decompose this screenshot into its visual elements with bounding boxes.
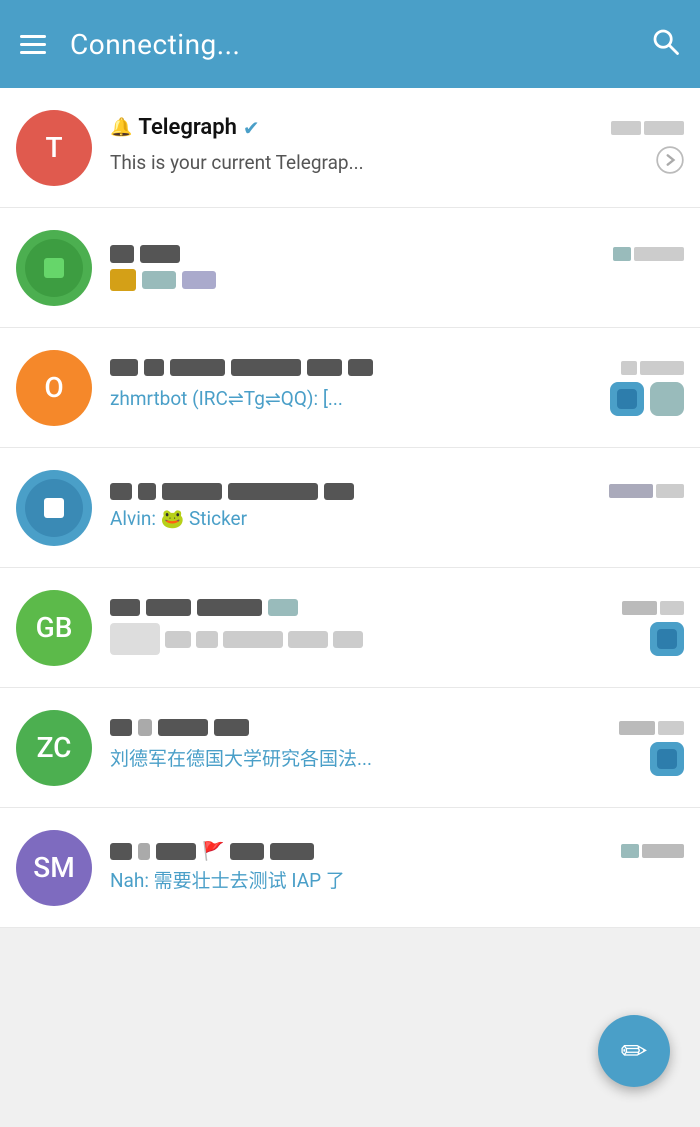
chat-header-6 [110, 719, 684, 736]
preview-row-telegraph: This is your current Telegrap... [110, 146, 684, 180]
hamburger-line-3 [20, 51, 46, 54]
chat-content-6: 刘德军在德国大学研究各国法... [110, 719, 684, 776]
chat-list: T 🔔 Telegraph ✔ This is your current Tel… [0, 88, 700, 928]
chat-content-telegraph: 🔔 Telegraph ✔ This is your current Teleg… [110, 115, 684, 180]
preview-row-5 [110, 622, 684, 656]
chat-item-4[interactable]: Alvin: 🐸 Sticker [0, 448, 700, 568]
verified-icon-telegraph: ✔ [243, 116, 260, 140]
avatar-chat7: SM [16, 830, 92, 906]
hamburger-line-1 [20, 35, 46, 38]
time-chat3 [621, 361, 684, 375]
avatar-square-chat2 [44, 258, 64, 278]
chat-content-5 [110, 599, 684, 656]
chat-item-2[interactable] [0, 208, 700, 328]
avatar-chat6: ZC [16, 710, 92, 786]
chat-preview-3: zhmrtbot (IRC⇌Tg⇌QQ): [... [110, 386, 343, 413]
chat-item-telegraph[interactable]: T 🔔 Telegraph ✔ This is your current Tel… [0, 88, 700, 208]
chat-preview-telegraph: This is your current Telegrap... [110, 150, 364, 177]
chat-name-row-4 [110, 483, 609, 500]
chat-name-row-2 [110, 245, 613, 263]
unread-icon-3b [650, 382, 684, 416]
compose-fab[interactable]: ✏ [598, 1015, 670, 1087]
chat-content-3: zhmrtbot (IRC⇌Tg⇌QQ): [... [110, 359, 684, 416]
chat-header-2 [110, 245, 684, 263]
chat-name-row-3 [110, 359, 621, 376]
avatar-chat3: O [16, 350, 92, 426]
time-chat6 [619, 721, 684, 735]
preview-row-7: Nah: 需要壮士去测试 IAP 了 [110, 868, 684, 895]
chat-content-2 [110, 245, 684, 291]
avatar-inner-chat4 [25, 479, 83, 537]
time-chat2 [613, 247, 684, 261]
unread-icon-3 [610, 382, 644, 416]
preview-row-2 [110, 269, 684, 291]
chat-preview-4: Alvin: 🐸 Sticker [110, 506, 247, 533]
chat-item-6[interactable]: ZC 刘德军在德国大学研究各国法... [0, 688, 700, 808]
chat-header-telegraph: 🔔 Telegraph ✔ [110, 115, 684, 140]
chat-preview-7: Nah: 需要壮士去测试 IAP 了 [110, 868, 345, 895]
chat-item-7[interactable]: SM 🚩 Nah: 需要壮士去测试 IAP 了 [0, 808, 700, 928]
preview-row-6: 刘德军在德国大学研究各国法... [110, 742, 684, 776]
chat-header-7: 🚩 [110, 841, 684, 862]
chat-content-7: 🚩 Nah: 需要壮士去测试 IAP 了 [110, 841, 684, 895]
hamburger-line-2 [20, 43, 46, 46]
time-chat4 [609, 484, 684, 498]
menu-button[interactable] [20, 35, 46, 54]
chat-header-3 [110, 359, 684, 376]
chat-header-5 [110, 599, 684, 616]
chat-preview-6: 刘德军在德国大学研究各国法... [110, 746, 372, 773]
mute-icon-telegraph: 🔔 [110, 117, 132, 138]
preview-row-3: zhmrtbot (IRC⇌Tg⇌QQ): [... [110, 382, 684, 416]
avatar-telegraph: T [16, 110, 92, 186]
top-bar: Connecting... [0, 0, 700, 88]
avatar-square-chat4 [44, 498, 64, 518]
compose-icon: ✏ [621, 1032, 648, 1070]
avatar-chat5: GB [16, 590, 92, 666]
avatar-inner-chat2 [25, 239, 83, 297]
page-title: Connecting... [70, 28, 626, 61]
chat-item-5[interactable]: GB [0, 568, 700, 688]
search-button[interactable] [650, 26, 680, 63]
forward-icon-telegraph [656, 146, 684, 180]
chat-name-row-5 [110, 599, 622, 616]
action-icon-6 [650, 742, 684, 776]
time-chat5 [622, 601, 684, 615]
chat-name-telegraph: Telegraph [138, 115, 236, 140]
avatar-chat4 [16, 470, 92, 546]
chat-name-row-6 [110, 719, 619, 736]
time-chat7 [621, 844, 684, 858]
chat-name-row-telegraph: 🔔 Telegraph ✔ [110, 115, 611, 140]
time-telegraph [611, 121, 684, 135]
chat-item-3[interactable]: O zhmrtbot (IRC⇌Tg⇌QQ): [... [0, 328, 700, 448]
avatar-chat2 [16, 230, 92, 306]
chat-name-row-7: 🚩 [110, 841, 621, 862]
action-icon-5 [650, 622, 684, 656]
chat-content-4: Alvin: 🐸 Sticker [110, 483, 684, 533]
chat-header-4 [110, 483, 684, 500]
preview-row-4: Alvin: 🐸 Sticker [110, 506, 684, 533]
